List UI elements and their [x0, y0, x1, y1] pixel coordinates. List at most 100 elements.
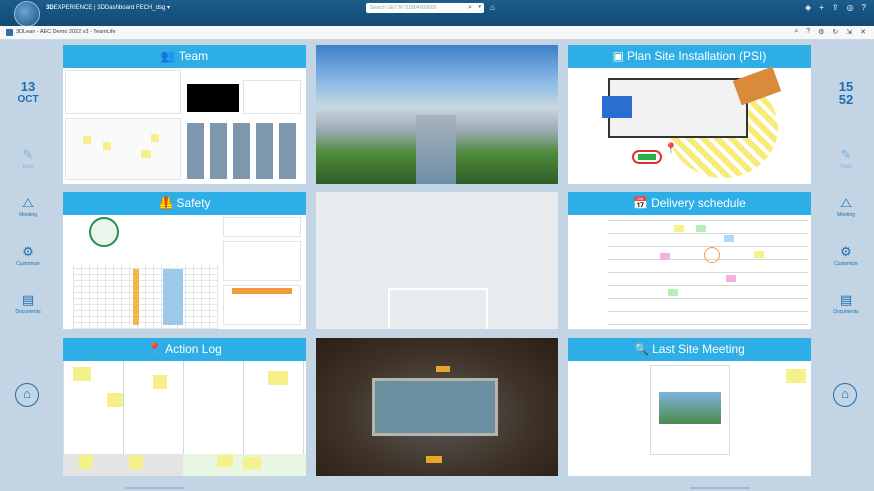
safety-photo-card	[223, 241, 301, 281]
sticky-note	[660, 253, 670, 260]
safety-body	[63, 215, 306, 329]
close-icon[interactable]: ✕	[860, 28, 866, 36]
search-dropdown-icon[interactable]: ▾	[478, 4, 481, 10]
sticky-note	[151, 134, 159, 142]
side-tools-left[interactable]: ✎ Tools	[0, 147, 56, 171]
pin-icon[interactable]: ⇲	[846, 28, 852, 36]
team-icon: 👥	[160, 49, 176, 63]
sticky-note	[726, 275, 736, 282]
dashboard-canvas: 13 OCT ✎ Tools ⧍ Meeting ⚙ Customize ▤ D…	[0, 40, 874, 491]
tag-icon[interactable]: ⌂	[490, 3, 495, 12]
site-zone-orange	[732, 66, 782, 106]
add-icon[interactable]: +	[819, 3, 824, 12]
image-placeholder-icon	[388, 288, 488, 329]
side-meeting-right[interactable]: ⧍ Meeting	[818, 196, 874, 219]
compass-logo-icon[interactable]	[14, 1, 40, 27]
home-button-left[interactable]: ⌂	[15, 383, 39, 407]
sticky-note	[129, 455, 143, 469]
photo-gallery	[187, 123, 301, 179]
sticky-note	[107, 393, 123, 407]
side-documents-right[interactable]: ▤ Documents	[818, 292, 874, 316]
sticky-note	[217, 455, 233, 467]
dashboard-icon	[6, 29, 13, 36]
sticky-note	[243, 457, 261, 469]
settings-icon[interactable]: ⚙	[818, 28, 824, 36]
dashboard-title[interactable]: 3DLean - AEC Demo 2022 v3 - TeamLife	[16, 29, 116, 35]
psi-tile[interactable]: ▣ Plan Site Installation (PSI) 📍	[568, 45, 811, 184]
sticky-note	[268, 371, 288, 385]
document-icon: ▤	[839, 292, 853, 307]
excavator	[436, 366, 450, 372]
water-channel	[416, 115, 456, 184]
side-tools-right[interactable]: ✎ Tools	[818, 148, 874, 171]
side-customize-left[interactable]: ⚙ Customize	[0, 244, 56, 268]
broadcast-icon[interactable]: ◎	[847, 3, 854, 12]
sticky-note	[696, 225, 706, 232]
side-meeting-left[interactable]: ⧍ Meeting	[0, 196, 56, 219]
sticky-note	[73, 367, 91, 381]
sticky-note	[83, 136, 91, 144]
edit-icon: ✎	[22, 147, 34, 162]
sticky-note	[724, 235, 734, 242]
delivery-tile[interactable]: 📅 Delivery schedule	[568, 192, 811, 329]
scroll-thumb[interactable]	[690, 487, 750, 489]
share-icon[interactable]: ⇪	[832, 3, 839, 12]
home-icon: ⌂	[841, 386, 849, 401]
notification-icon[interactable]: ◈	[805, 3, 811, 12]
tenant-dropdown[interactable]: FECH_dsg ▾	[136, 5, 170, 11]
empty-image-tile[interactable]	[316, 192, 558, 329]
search-input[interactable]: Search GET N°/2DB/4008000 ⌕ ▾	[366, 3, 484, 13]
search-icon[interactable]: ⌕	[468, 4, 472, 12]
matrix-highlight	[163, 269, 183, 325]
home-button-right[interactable]: ⌂	[833, 383, 857, 407]
safety-vest-icon: 🦺	[158, 196, 174, 210]
sticky-note	[103, 142, 111, 150]
side-customize-right[interactable]: ⚙ Customize	[818, 244, 874, 268]
highlight-circle	[704, 247, 720, 263]
aerial-photo-tile[interactable]	[316, 338, 558, 476]
delivery-header: 📅 Delivery schedule	[568, 192, 811, 215]
help-icon[interactable]: ?	[862, 3, 866, 12]
scroll-thumb[interactable]	[125, 487, 185, 489]
meeting-body	[568, 361, 811, 476]
action-log-header: 📍 Action Log	[63, 338, 306, 361]
matrix-highlight	[133, 269, 139, 325]
site-zone-blue	[602, 96, 632, 118]
side-documents-left[interactable]: ▤ Documents	[0, 292, 56, 316]
meeting-report	[650, 365, 730, 455]
location-pin-icon: 📍	[664, 143, 678, 155]
safety-header: 🦺 Safety	[63, 192, 306, 215]
help-icon[interactable]: ?	[806, 28, 810, 36]
safety-tile[interactable]: 🦺 Safety	[63, 192, 306, 329]
action-log-tile[interactable]: 📍 Action Log	[63, 338, 306, 476]
safety-matrix	[73, 265, 218, 329]
magnifier-icon: 🔍	[634, 342, 650, 356]
team-video	[187, 84, 239, 112]
building-photo-tile[interactable]	[316, 45, 558, 184]
org-chart	[65, 70, 181, 114]
document-icon: ▤	[21, 292, 35, 307]
psi-body: 📍	[568, 66, 811, 184]
team-body	[63, 68, 306, 184]
home-icon: ⌂	[23, 386, 31, 401]
gear-icon: ⚙	[22, 244, 34, 259]
parking-zone	[632, 150, 662, 164]
gear-icon: ⚙	[840, 244, 852, 259]
meeting-header: 🔍 Last Site Meeting	[568, 338, 811, 361]
sticky-note	[153, 375, 167, 389]
sticky-note	[674, 225, 684, 232]
brand-title: 3DEXPERIENCE | 3DDashboard FECH_dsg ▾	[46, 5, 170, 11]
horizontal-scrollbar[interactable]	[0, 485, 874, 491]
team-schedule	[243, 80, 301, 114]
refresh-icon[interactable]: ↻	[832, 28, 838, 36]
right-side-panel: 15 52 ✎ Tools ⧍ Meeting ⚙ Customize ▤ Do…	[818, 40, 874, 491]
box-icon: ▣	[612, 49, 624, 63]
search-icon[interactable]: ⌕	[794, 28, 798, 36]
last-site-meeting-tile[interactable]: 🔍 Last Site Meeting	[568, 338, 811, 476]
time-widget: 15 52	[838, 79, 854, 107]
top-bar: 3DEXPERIENCE | 3DDashboard FECH_dsg ▾ Se…	[0, 0, 874, 27]
date-widget: 13 OCT	[17, 79, 39, 105]
left-side-panel: 13 OCT ✎ Tools ⧍ Meeting ⚙ Customize ▤ D…	[0, 40, 56, 491]
team-tile[interactable]: 👥 Team	[63, 45, 306, 184]
sticky-note	[754, 251, 764, 258]
